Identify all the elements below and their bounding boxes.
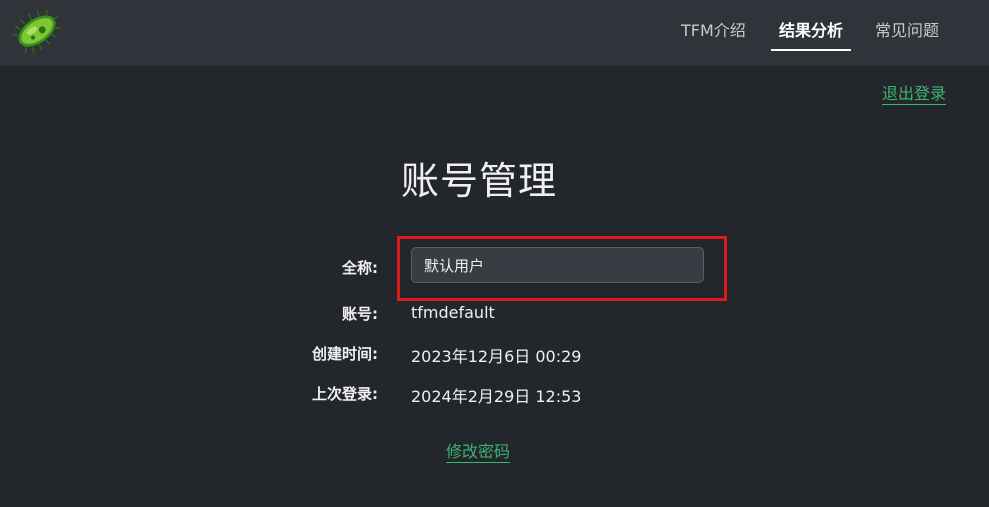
logout-link[interactable]: 退出登录 <box>882 84 947 105</box>
nav-item-result-analysis[interactable]: 结果分析 <box>779 19 843 43</box>
active-nav-indicator <box>771 49 851 51</box>
last-login-value: 2024年2月29日 12:53 <box>411 387 582 406</box>
nav-item-faq[interactable]: 常见问题 <box>875 19 939 43</box>
page-title: 账号管理 <box>400 159 557 203</box>
created-time-value: 2023年12月6日 00:29 <box>411 347 582 366</box>
fullname-input[interactable] <box>411 247 704 283</box>
change-password-link[interactable]: 修改密码 <box>446 442 511 463</box>
nav-item-tfm-intro[interactable]: TFM介绍 <box>681 19 746 43</box>
fullname-label: 全称: <box>342 259 378 277</box>
created-time-label: 创建时间: <box>312 345 378 363</box>
last-login-label: 上次登录: <box>312 385 378 403</box>
bacterium-logo-icon[interactable] <box>11 7 63 55</box>
top-navbar: TFM介绍 结果分析 常见问题 <box>0 0 989 66</box>
account-value: tfmdefault <box>411 303 495 322</box>
account-label: 账号: <box>342 305 378 323</box>
